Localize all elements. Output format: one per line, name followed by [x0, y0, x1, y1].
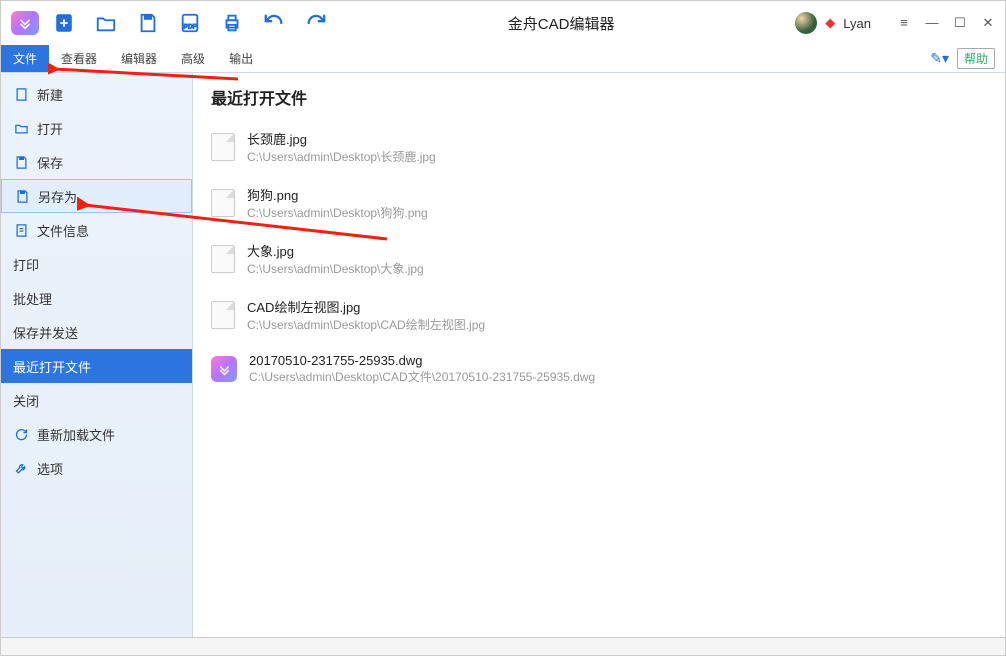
user-avatar[interactable] — [795, 12, 817, 34]
file-name: CAD绘制左视图.jpg — [247, 297, 485, 316]
sidebar-item-label: 文件信息 — [37, 221, 89, 240]
print-icon[interactable] — [221, 12, 243, 34]
sidebar-item-label: 打印 — [13, 255, 39, 274]
sidebar-item-print[interactable]: 打印 — [1, 247, 192, 281]
status-bar — [1, 637, 1005, 655]
sidebar-item-save-send[interactable]: 保存并发送 — [1, 315, 192, 349]
sidebar-item-label: 新建 — [37, 85, 63, 104]
sidebar-item-label: 保存 — [37, 153, 63, 172]
help-button[interactable]: 帮助 — [957, 48, 995, 69]
menu-bar: 文件 查看器 编辑器 高级 输出 ✎▾ 帮助 — [1, 45, 1005, 73]
tab-advanced[interactable]: 高级 — [169, 45, 217, 72]
menu-icon[interactable]: ≡ — [897, 15, 911, 31]
brush-dropdown-icon[interactable]: ✎▾ — [930, 50, 949, 67]
app-logo — [11, 11, 39, 35]
recent-file-item[interactable]: 狗狗.pngC:\Users\admin\Desktop\狗狗.png — [211, 179, 987, 235]
floppy-saveas-icon — [14, 188, 30, 204]
titlebar-right: ◆ Lyan ≡ — ☐ ✕ — [795, 12, 995, 34]
sidebar-item-save[interactable]: 保存 — [1, 145, 192, 179]
sidebar-item-label: 批处理 — [13, 289, 52, 308]
sidebar-item-new[interactable]: 新建 — [1, 77, 192, 111]
folder-open-icon — [13, 120, 29, 136]
sidebar-item-label: 最近打开文件 — [13, 357, 91, 376]
floppy-icon — [13, 154, 29, 170]
fileinfo-icon — [13, 222, 29, 238]
file-name: 大象.jpg — [247, 241, 424, 260]
reload-icon — [13, 426, 29, 442]
sidebar-item-recent[interactable]: 最近打开文件 — [1, 349, 192, 383]
generic-file-icon — [211, 189, 235, 217]
file-path: C:\Users\admin\Desktop\长颈鹿.jpg — [247, 148, 436, 165]
recent-file-item[interactable]: CAD绘制左视图.jpgC:\Users\admin\Desktop\CAD绘制… — [211, 291, 987, 347]
content-area: 新建 打开 保存 另存为 文件信息 打印 批处理 保存并发送 最近打开文件 — [1, 73, 1005, 637]
file-name: 狗狗.png — [247, 185, 428, 204]
app-title: 金舟CAD编辑器 — [327, 13, 795, 34]
pdf-icon[interactable]: PDF — [179, 12, 201, 34]
redo-icon[interactable] — [305, 12, 327, 34]
sidebar-item-label: 重新加载文件 — [37, 425, 115, 444]
main-title: 最近打开文件 — [211, 85, 987, 109]
username[interactable]: Lyan — [843, 16, 871, 31]
open-folder-icon[interactable] — [95, 12, 117, 34]
new-file-icon[interactable] — [53, 12, 75, 34]
sidebar-item-saveas[interactable]: 另存为 — [1, 179, 192, 213]
tab-editor[interactable]: 编辑器 — [109, 45, 169, 72]
file-name: 长颈鹿.jpg — [247, 129, 436, 148]
wrench-icon — [13, 460, 29, 476]
sidebar-item-label: 打开 — [37, 119, 63, 138]
undo-icon[interactable] — [263, 12, 285, 34]
file-path: C:\Users\admin\Desktop\CAD绘制左视图.jpg — [247, 316, 485, 333]
new-page-icon — [13, 86, 29, 102]
file-path: C:\Users\admin\Desktop\狗狗.png — [247, 204, 428, 221]
sidebar-item-fileinfo[interactable]: 文件信息 — [1, 213, 192, 247]
file-path: C:\Users\admin\Desktop\大象.jpg — [247, 260, 424, 277]
tab-file[interactable]: 文件 — [1, 45, 49, 72]
generic-file-icon — [211, 301, 235, 329]
sidebar-item-close[interactable]: 关闭 — [1, 383, 192, 417]
sidebar-item-label: 另存为 — [38, 187, 77, 206]
recent-file-item[interactable]: 20170510-231755-25935.dwgC:\Users\admin\… — [211, 347, 987, 399]
file-menu-sidebar: 新建 打开 保存 另存为 文件信息 打印 批处理 保存并发送 最近打开文件 — [1, 73, 193, 637]
main-panel: 最近打开文件 长颈鹿.jpgC:\Users\admin\Desktop\长颈鹿… — [193, 73, 1005, 637]
tab-viewer[interactable]: 查看器 — [49, 45, 109, 72]
file-path: C:\Users\admin\Desktop\CAD文件\20170510-23… — [249, 368, 595, 385]
sidebar-item-label: 关闭 — [13, 391, 39, 410]
svg-text:PDF: PDF — [184, 24, 197, 31]
recent-file-item[interactable]: 长颈鹿.jpgC:\Users\admin\Desktop\长颈鹿.jpg — [211, 123, 987, 179]
dwg-file-icon — [211, 356, 237, 382]
sidebar-item-batch[interactable]: 批处理 — [1, 281, 192, 315]
sidebar-item-label: 选项 — [37, 459, 63, 478]
gem-icon: ◆ — [825, 15, 835, 31]
close-icon[interactable]: ✕ — [981, 15, 995, 31]
sidebar-item-reload[interactable]: 重新加载文件 — [1, 417, 192, 451]
file-name: 20170510-231755-25935.dwg — [249, 353, 595, 368]
sidebar-item-options[interactable]: 选项 — [1, 451, 192, 485]
generic-file-icon — [211, 245, 235, 273]
maximize-icon[interactable]: ☐ — [953, 15, 967, 31]
recent-file-item[interactable]: 大象.jpgC:\Users\admin\Desktop\大象.jpg — [211, 235, 987, 291]
title-bar: PDF 金舟CAD编辑器 ◆ Lyan ≡ — ☐ ✕ — [1, 1, 1005, 45]
toolbar-icons: PDF — [53, 12, 327, 34]
tab-output[interactable]: 输出 — [217, 45, 265, 72]
generic-file-icon — [211, 133, 235, 161]
sidebar-item-open[interactable]: 打开 — [1, 111, 192, 145]
save-icon[interactable] — [137, 12, 159, 34]
sidebar-item-label: 保存并发送 — [13, 323, 78, 342]
recent-file-list: 长颈鹿.jpgC:\Users\admin\Desktop\长颈鹿.jpg狗狗.… — [211, 123, 987, 399]
minimize-icon[interactable]: — — [925, 15, 939, 31]
